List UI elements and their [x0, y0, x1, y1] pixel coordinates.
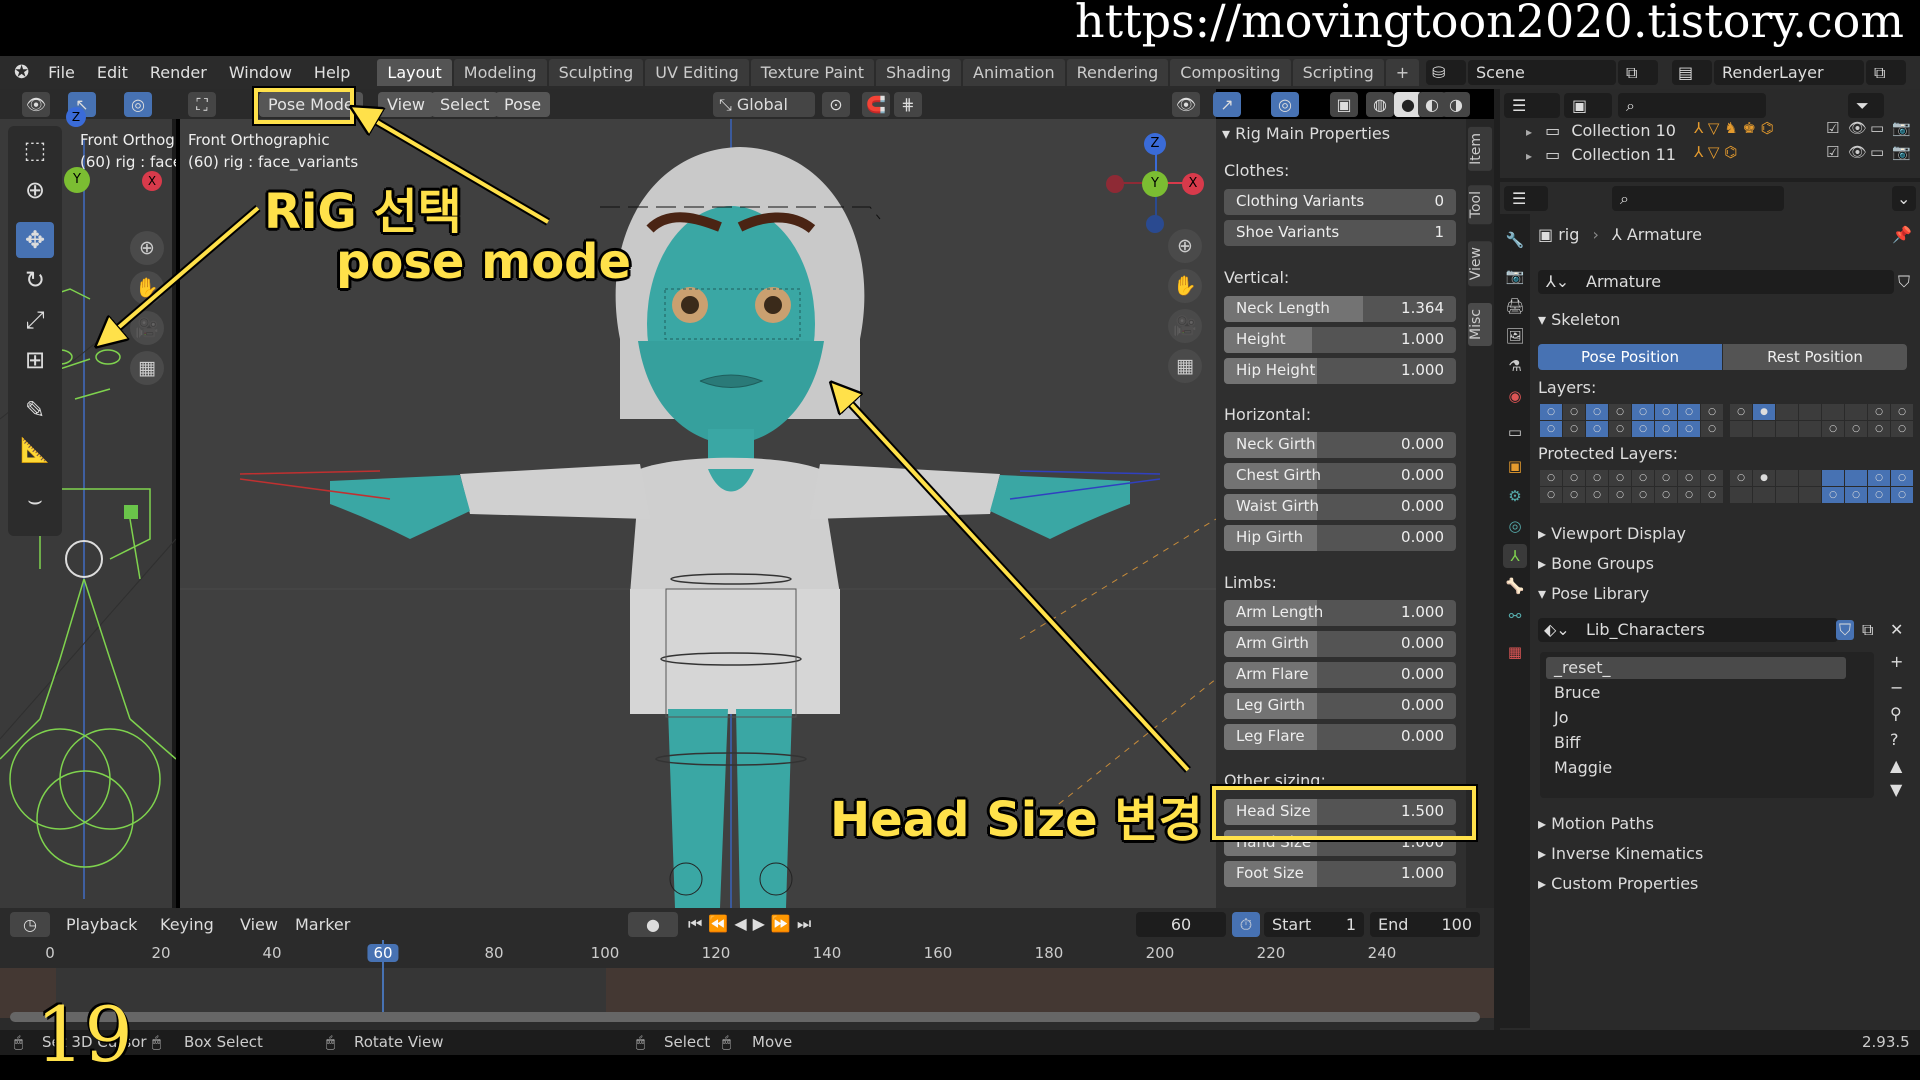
- annotation-rig-select: RiG 선택: [264, 184, 462, 240]
- annotation-pose-mode: pose mode: [336, 234, 632, 290]
- annotation-head-size: Head Size 변경: [830, 792, 1203, 848]
- annotation-arrows: [0, 0, 1191, 773]
